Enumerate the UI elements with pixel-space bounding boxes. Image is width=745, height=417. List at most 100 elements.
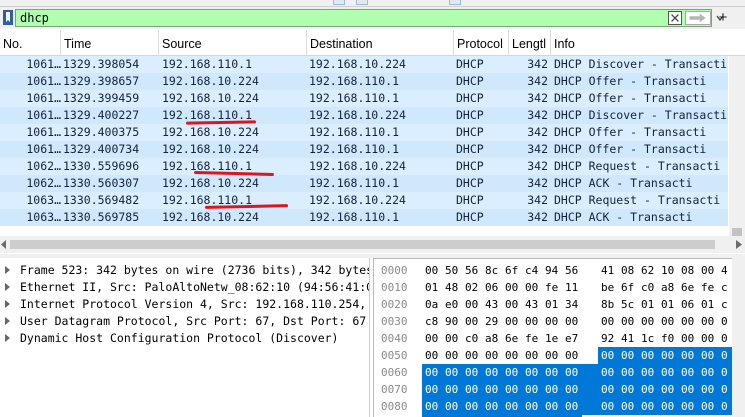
bytes-row[interactable]: 0020 0a e0 00 43 00 43 01 34 8b 5c 01 01 06 01 c <box>373 296 733 313</box>
packet-row[interactable]: 1061… 1329.398054 192.168.110.1 192.168.… <box>0 56 728 73</box>
packet-row[interactable]: 1061… 1329.399459 192.168.10.224 192.168… <box>0 90 728 107</box>
column-header-source[interactable]: Source <box>159 30 307 56</box>
byte-hex-value[interactable]: 6e <box>503 330 523 347</box>
bytes-row[interactable]: 0000 00 50 56 8c 6f c4 94 56 41 08 62 10 08 00 4 <box>373 262 733 279</box>
byte-hex-value[interactable]: 43 <box>523 296 543 313</box>
byte-hex-value[interactable]: 01 <box>543 296 563 313</box>
byte-hex-value[interactable]: 00 <box>543 347 563 364</box>
byte-hex-value[interactable]: 00 <box>699 381 719 398</box>
byte-hex-value[interactable]: 1e <box>543 330 563 347</box>
byte-hex-value[interactable]: 00 <box>483 381 503 398</box>
packet-row[interactable]: 1061… 1329.398657 192.168.10.224 192.168… <box>0 73 728 90</box>
byte-hex-value[interactable]: 00 <box>699 364 719 381</box>
apply-filter-arrow-icon[interactable] <box>685 11 711 25</box>
byte-hex-value[interactable]: 00 <box>659 381 679 398</box>
byte-hex-value[interactable]: 00 <box>523 364 543 381</box>
byte-hex-value[interactable]: 00 <box>523 347 543 364</box>
byte-hex-value[interactable]: 00 <box>423 330 443 347</box>
byte-hex-value[interactable]: 56 <box>463 262 483 279</box>
detail-tree-item-dhcp[interactable]: Dynamic Host Configuration Protocol (Dis… <box>0 330 369 347</box>
byte-hex-value[interactable]: 00 <box>599 381 619 398</box>
byte-hex-value[interactable]: 00 <box>423 364 443 381</box>
byte-hex-value[interactable]: 6f <box>619 279 639 296</box>
byte-hex-value[interactable]: 00 <box>699 398 719 415</box>
packet-row[interactable]: 1061… 1329.400375 192.168.10.224 192.168… <box>0 124 728 141</box>
byte-hex-value[interactable]: 00 <box>679 347 699 364</box>
byte-hex-value[interactable]: 00 <box>543 398 563 415</box>
byte-hex-value[interactable]: 00 <box>619 313 639 330</box>
byte-hex-value[interactable]: 00 <box>599 364 619 381</box>
column-header-protocol[interactable]: Protocol <box>454 30 509 56</box>
byte-hex-value[interactable]: 00 <box>679 398 699 415</box>
packet-list-vertical-scrollbar[interactable] <box>729 56 745 243</box>
packet-row[interactable]: 1063… 1330.569482 192.168.110.1 192.168.… <box>0 192 728 209</box>
column-header-length[interactable]: Lengtl <box>509 30 551 56</box>
expand-arrow-icon[interactable] <box>5 266 10 274</box>
column-header-no[interactable]: No. <box>0 30 61 56</box>
byte-hex-value[interactable]: 00 <box>679 381 699 398</box>
byte-hex-value[interactable]: 34 <box>563 296 583 313</box>
byte-hex-value[interactable]: 00 <box>463 347 483 364</box>
byte-hex-value[interactable]: 00 <box>619 381 639 398</box>
byte-hex-value[interactable]: 00 <box>659 398 679 415</box>
byte-hex-value[interactable]: 00 <box>503 296 523 313</box>
bytes-vertical-scrollbar[interactable] <box>732 258 745 417</box>
byte-hex-value[interactable]: c8 <box>423 313 443 330</box>
byte-hex-value[interactable]: 00 <box>639 347 659 364</box>
byte-hex-value[interactable]: 29 <box>483 313 503 330</box>
byte-hex-value[interactable]: c0 <box>463 330 483 347</box>
byte-hex-value[interactable]: 6f <box>503 262 523 279</box>
byte-hex-value[interactable]: c0 <box>639 279 659 296</box>
packet-row[interactable]: 1062… 1330.559696 192.168.110.1 192.168.… <box>0 158 728 175</box>
byte-hex-value[interactable]: 0a <box>423 296 443 313</box>
byte-hex-value[interactable]: 1c <box>639 330 659 347</box>
byte-hex-value[interactable]: 00 <box>563 347 583 364</box>
byte-hex-value[interactable]: 00 <box>639 313 659 330</box>
byte-hex-value[interactable]: 00 <box>543 364 563 381</box>
byte-hex-value[interactable]: 00 <box>483 347 503 364</box>
packet-list-horizontal-scrollbar[interactable] <box>0 236 745 253</box>
add-filter-button[interactable]: + <box>715 9 731 27</box>
byte-hex-value[interactable]: 00 <box>699 330 719 347</box>
byte-hex-value[interactable]: fe <box>543 279 563 296</box>
bytes-row[interactable]: 0010 01 48 02 06 00 00 fe 11 be 6f c0 a8 6e fe c <box>373 279 733 296</box>
byte-hex-value[interactable]: 00 <box>443 381 463 398</box>
toolbar-button[interactable] <box>356 0 368 5</box>
byte-hex-value[interactable]: e7 <box>563 330 583 347</box>
byte-hex-value[interactable]: c4 <box>523 262 543 279</box>
byte-hex-value[interactable]: 00 <box>503 398 523 415</box>
byte-hex-value[interactable]: 08 <box>679 262 699 279</box>
byte-hex-value[interactable]: 01 <box>639 296 659 313</box>
byte-hex-value[interactable]: 00 <box>563 313 583 330</box>
byte-hex-value[interactable]: 00 <box>423 262 443 279</box>
scroll-right-icon[interactable] <box>736 240 742 249</box>
byte-hex-value[interactable]: 00 <box>463 364 483 381</box>
byte-hex-value[interactable]: fe <box>523 330 543 347</box>
byte-hex-value[interactable]: 00 <box>619 398 639 415</box>
byte-hex-value[interactable]: 00 <box>463 398 483 415</box>
byte-hex-value[interactable]: 01 <box>423 279 443 296</box>
byte-hex-value[interactable]: 00 <box>639 398 659 415</box>
byte-hex-value[interactable]: 00 <box>619 364 639 381</box>
bytes-row[interactable]: 0070 00 00 00 00 00 00 00 00 00 00 00 00 00 00 0 <box>373 381 733 398</box>
byte-hex-value[interactable]: 00 <box>599 313 619 330</box>
byte-hex-value[interactable]: 00 <box>463 296 483 313</box>
byte-hex-value[interactable]: 00 <box>699 313 719 330</box>
expand-arrow-icon[interactable] <box>5 300 10 308</box>
byte-hex-value[interactable]: 00 <box>563 398 583 415</box>
detail-tree-item-ethernet[interactable]: Ethernet II, Src: PaloAltoNetw_08:62:10 … <box>0 279 369 296</box>
byte-hex-value[interactable]: 00 <box>639 364 659 381</box>
byte-hex-value[interactable]: 00 <box>443 398 463 415</box>
filter-input[interactable] <box>20 10 640 26</box>
byte-hex-value[interactable]: 06 <box>483 279 503 296</box>
byte-hex-value[interactable]: 41 <box>619 330 639 347</box>
byte-hex-value[interactable]: 00 <box>443 364 463 381</box>
byte-hex-value[interactable]: 00 <box>699 347 719 364</box>
clear-filter-icon[interactable] <box>668 11 682 25</box>
byte-hex-value[interactable]: 00 <box>483 364 503 381</box>
packet-row[interactable]: 1061… 1329.400734 192.168.10.224 192.168… <box>0 141 728 158</box>
expand-arrow-icon[interactable] <box>5 283 10 291</box>
byte-hex-value[interactable]: 00 <box>659 313 679 330</box>
toolbar-button[interactable] <box>333 0 345 5</box>
byte-hex-value[interactable]: 00 <box>563 364 583 381</box>
